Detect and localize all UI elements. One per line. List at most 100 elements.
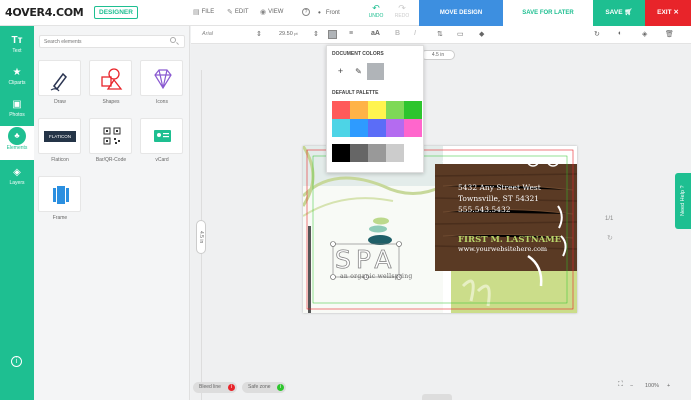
font-size-input[interactable]: 29.50 pt xyxy=(279,31,298,37)
exit-button[interactable]: EXIT ✕ xyxy=(645,0,691,26)
safe-zone-toggle[interactable]: Safe zone i xyxy=(242,382,286,393)
opacity-icon[interactable]: ◐ xyxy=(618,30,622,37)
rail-text[interactable]: Tт Text xyxy=(0,30,34,62)
gray-swatch[interactable] xyxy=(350,144,368,162)
tile-qr[interactable] xyxy=(89,118,132,154)
save-button[interactable]: SAVE 🛒︎ xyxy=(593,0,645,26)
elements-icon: ♣ xyxy=(8,127,26,145)
refresh-icon[interactable]: ↻ xyxy=(607,234,613,242)
qr-icon xyxy=(103,127,121,145)
palette-swatch[interactable] xyxy=(332,119,350,137)
zoom-in-button[interactable]: + xyxy=(667,383,670,389)
phone-number[interactable]: 555.543.5432 xyxy=(458,205,511,214)
info-icon[interactable]: i xyxy=(11,356,22,367)
view-menu[interactable]: ◉ VIEW xyxy=(260,8,283,16)
palette-swatch[interactable] xyxy=(404,119,422,137)
rail-cliparts[interactable]: ★ Cliparts xyxy=(0,62,34,94)
website[interactable]: www.yourwebsitehere.com xyxy=(458,245,547,253)
side-selector[interactable]: • Front xyxy=(318,8,340,17)
tile-flaticon[interactable]: FLATICON xyxy=(38,118,81,154)
color-picker-dropdown: DOCUMENT COLORS + ✎ DEFAULT PALETTE xyxy=(326,45,424,173)
italic-icon[interactable]: I xyxy=(414,30,416,37)
tile-frame-label: Frame xyxy=(52,215,68,221)
font-family-select[interactable]: Arial xyxy=(202,31,213,37)
document-color-swatch[interactable] xyxy=(367,63,384,80)
undo-button[interactable]: ↶ UNDO xyxy=(365,3,387,19)
palette-swatch[interactable] xyxy=(368,119,386,137)
save-for-later-button[interactable]: SAVE FOR LATER xyxy=(503,0,593,26)
palette-swatch[interactable] xyxy=(332,101,350,119)
redo-button[interactable]: ↷ REDO xyxy=(391,3,413,19)
tile-flaticon-label: Flaticon xyxy=(51,157,69,163)
letter-spacing-icon[interactable]: ▭ xyxy=(457,30,464,38)
align-center-icon[interactable]: ≡ xyxy=(349,30,353,37)
need-help-tab[interactable]: Need Help ? xyxy=(675,173,691,229)
document-colors-heading: DOCUMENT COLORS xyxy=(332,51,384,57)
undo-icon: ↶ xyxy=(372,3,380,13)
spa-tagline[interactable]: an organic wellspring xyxy=(340,273,413,280)
paint-bucket-icon[interactable]: ◆ xyxy=(479,30,484,38)
bold-icon[interactable]: B xyxy=(395,30,400,37)
delete-icon[interactable]: 🗑︎ xyxy=(665,30,674,38)
file-menu[interactable]: ▤ FILE xyxy=(193,8,214,16)
width-dimension: 4.5 in xyxy=(421,50,455,60)
tile-icons[interactable] xyxy=(140,60,183,96)
tile-draw-label: Draw xyxy=(54,99,66,105)
redo-icon: ↷ xyxy=(398,3,406,13)
eyedropper-icon[interactable]: ✎ xyxy=(350,63,367,80)
help-button[interactable]: ? xyxy=(302,8,310,16)
brand-logo[interactable]: 4OVER4.COM xyxy=(5,6,84,19)
eye-icon: ◉ xyxy=(260,9,267,16)
search-icon[interactable] xyxy=(170,37,176,43)
font-dropdown-arrow-icon[interactable]: ⇕ xyxy=(256,30,262,38)
tile-draw[interactable] xyxy=(38,60,81,96)
flaticon-logo: FLATICON xyxy=(44,131,76,142)
line-spacing-icon[interactable]: ⇅ xyxy=(437,30,443,38)
address-line-2[interactable]: Townsville, ST 54321 xyxy=(458,194,539,203)
layers-order-icon[interactable]: ◈ xyxy=(642,30,647,38)
vcard-icon xyxy=(154,130,171,142)
font-case-icon[interactable]: aA xyxy=(371,30,380,37)
palette-swatch[interactable] xyxy=(368,101,386,119)
move-design-button[interactable]: MOVE DESIGN xyxy=(419,0,503,26)
bleed-line-toggle[interactable]: Bleed line i xyxy=(193,382,237,393)
star-icon: ★ xyxy=(12,67,22,78)
edit-menu[interactable]: ✎ EDIT xyxy=(227,8,249,16)
layers-icon: ◈ xyxy=(13,167,21,178)
tile-shapes-label: Shapes xyxy=(102,99,120,105)
add-color-icon[interactable]: + xyxy=(332,63,349,80)
diamond-icon xyxy=(154,69,172,90)
size-stepper-icon[interactable]: ⇕ xyxy=(313,30,319,38)
zoom-level: 100% xyxy=(645,383,660,389)
tile-shapes[interactable] xyxy=(89,60,132,96)
tile-frame[interactable] xyxy=(38,176,81,212)
gray-swatch[interactable] xyxy=(332,144,350,162)
zoom-out-button[interactable]: − xyxy=(630,383,633,389)
rail-elements[interactable]: ♣ Elements xyxy=(0,126,34,160)
text-color-button[interactable] xyxy=(328,30,337,39)
edit-icon: ✎ xyxy=(227,9,233,16)
close-icon: ✕ xyxy=(673,9,679,16)
cart-icon: 🛒︎ xyxy=(624,9,633,16)
tile-vcard[interactable] xyxy=(140,118,183,154)
rotate-icon[interactable]: ↻ xyxy=(594,30,600,38)
palette-swatch[interactable] xyxy=(386,101,404,119)
palette-swatch[interactable] xyxy=(386,119,404,137)
tile-qr-label: Bar/QR-Code xyxy=(95,157,127,163)
help-icon: ? xyxy=(302,8,310,16)
file-icon: ▤ xyxy=(193,9,200,16)
bottom-drawer-handle[interactable] xyxy=(422,394,452,400)
rail-layers[interactable]: ◈ Layers xyxy=(0,162,34,194)
fullscreen-icon[interactable]: ⛶ xyxy=(618,381,623,389)
palette-swatch[interactable] xyxy=(350,101,368,119)
palette-swatch[interactable] xyxy=(404,101,422,119)
gray-swatch[interactable] xyxy=(386,144,404,162)
palette-swatch[interactable] xyxy=(350,119,368,137)
contact-name[interactable]: FIRST M. LASTNAME xyxy=(458,235,561,245)
shapes-icon xyxy=(101,68,123,90)
address-line-1[interactable]: 5432 Any Street West xyxy=(458,183,541,192)
gray-swatch[interactable] xyxy=(368,144,386,162)
spa-logo-text[interactable]: SPA xyxy=(335,245,396,275)
search-input[interactable] xyxy=(39,35,185,48)
rail-photos[interactable]: ▣ Photos xyxy=(0,94,34,126)
